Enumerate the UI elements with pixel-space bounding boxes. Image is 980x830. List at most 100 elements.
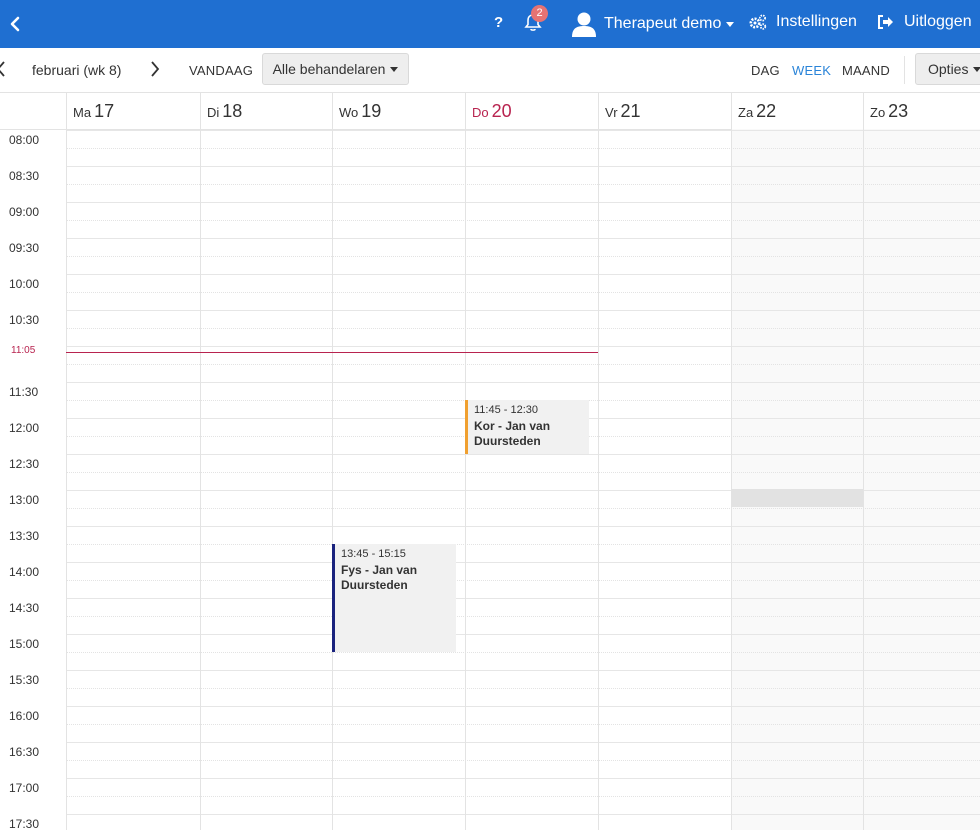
quarter-hour-line [66,796,980,797]
time-label: 14:00 [9,565,40,579]
sign-out-icon [878,15,893,29]
settings-link[interactable]: Instellingen [749,13,857,31]
half-hour-line [66,634,980,635]
today-button[interactable]: VANDAAG [189,63,253,78]
quarter-hour-line [66,544,980,545]
day-column-divider [863,129,864,830]
time-label: 15:30 [9,673,40,687]
half-hour-line [66,238,980,239]
appointment-event[interactable]: 13:45 - 15:15 Fys - Jan van Duursteden [332,544,456,652]
day-header-wednesday[interactable]: Wo 19 [332,92,465,129]
chevron-left-icon [10,16,20,32]
time-label: 15:00 [9,637,40,651]
day-abbr: Wo [339,105,359,120]
day-abbr: Vr [605,105,618,120]
day-number: 20 [491,101,512,121]
time-label: 17:00 [9,781,40,795]
day-header-sunday[interactable]: Zo 23 [863,92,980,129]
appointment-event[interactable]: 11:45 - 12:30 Kor - Jan van Duursteden [465,400,589,454]
quarter-hour-line [66,472,980,473]
day-header-thursday[interactable]: Do 20 [465,92,598,129]
previous-week-button[interactable] [0,60,6,83]
half-hour-line [66,346,980,347]
half-hour-line [66,670,980,671]
time-label: 08:00 [9,133,40,147]
week-time-grid[interactable]: 08:00 08:30 09:00 09:30 10:00 10:30 11:30 12:00… [0,129,980,830]
therapist-filter-dropdown[interactable]: Alle behandelaren [262,53,409,85]
back-button[interactable] [4,12,26,36]
user-avatar-icon [572,12,596,37]
day-column-divider [598,129,599,830]
day-column-divider [731,129,732,830]
half-hour-line [66,598,980,599]
quarter-hour-line [66,580,980,581]
view-week-button[interactable]: WEEK [792,63,831,78]
time-label: 09:30 [9,241,40,255]
half-hour-line [66,526,980,527]
caret-down-icon [390,66,399,72]
options-dropdown[interactable]: Opties [915,53,980,85]
day-column-divider [465,129,466,830]
time-label: 16:30 [9,745,40,759]
top-navbar: ? 2 Therapeut demo Instellingen Uitlogge… [0,0,980,48]
time-label: 12:30 [9,457,40,471]
half-hour-line [66,814,980,815]
cogs-icon [749,14,767,30]
help-button[interactable]: ? [494,14,503,31]
event-time: 11:45 - 12:30 [474,404,539,416]
half-hour-line [66,778,980,779]
quarter-hour-line [66,328,980,329]
time-label: 11:30 [9,385,39,399]
time-label: 14:30 [9,601,40,615]
settings-label: Instellingen [776,13,857,30]
day-header-tuesday[interactable]: Di 18 [200,92,332,129]
time-label: 10:00 [9,277,40,291]
half-hour-line [66,166,980,167]
therapist-filter-label: Alle behandelaren [272,61,386,77]
quarter-hour-line [66,688,980,689]
logout-link[interactable]: Uitloggen [877,13,972,31]
next-week-button[interactable] [150,60,160,83]
quarter-hour-line [66,616,980,617]
time-label: 10:30 [9,313,40,327]
current-period-label: februari (wk 8) [32,62,122,78]
notification-count-badge: 2 [531,5,548,22]
caret-down-icon [726,21,735,27]
day-abbr: Ma [73,105,92,120]
day-header-friday[interactable]: Vr 21 [598,92,731,129]
day-header-saturday[interactable]: Za 22 [731,92,863,129]
chevron-left-icon [0,61,5,77]
day-number: 18 [222,101,243,121]
half-hour-line [66,202,980,203]
day-number: 21 [620,101,641,121]
time-label: 13:00 [9,493,40,507]
event-title: Kor - Jan van Duursteden [474,419,551,448]
calendar-toolbar: februari (wk 8) VANDAAG Alle behandelare… [0,48,980,93]
half-hour-line [66,310,980,311]
time-label: 17:30 [9,817,40,830]
quarter-hour-line [66,184,980,185]
day-number: 19 [361,101,382,121]
quarter-hour-line [66,220,980,221]
day-number: 23 [888,101,909,121]
view-month-button[interactable]: MAAND [842,63,890,78]
time-label: 13:30 [9,529,40,543]
day-header-monday[interactable]: Ma 17 [66,92,200,129]
half-hour-line [66,562,980,563]
time-label: 12:00 [9,421,40,435]
options-label: Opties [928,61,969,77]
quarter-hour-line [66,292,980,293]
day-number: 22 [756,101,777,121]
quarter-hour-line [66,256,980,257]
day-abbr: Zo [870,105,886,120]
day-abbr: Za [738,105,754,120]
day-column-divider [332,129,333,830]
week-day-header: Ma 17 Di 18 Wo 19 Do 20 Vr 21 Za 22 Zo 23 [0,92,980,130]
time-label: 16:00 [9,709,40,723]
logout-label: Uitloggen [904,13,972,30]
user-menu[interactable]: Therapeut demo [572,10,735,38]
view-day-button[interactable]: DAG [751,63,780,78]
half-hour-line [66,130,980,131]
day-column-divider [200,129,201,830]
user-name: Therapeut demo [604,15,722,32]
